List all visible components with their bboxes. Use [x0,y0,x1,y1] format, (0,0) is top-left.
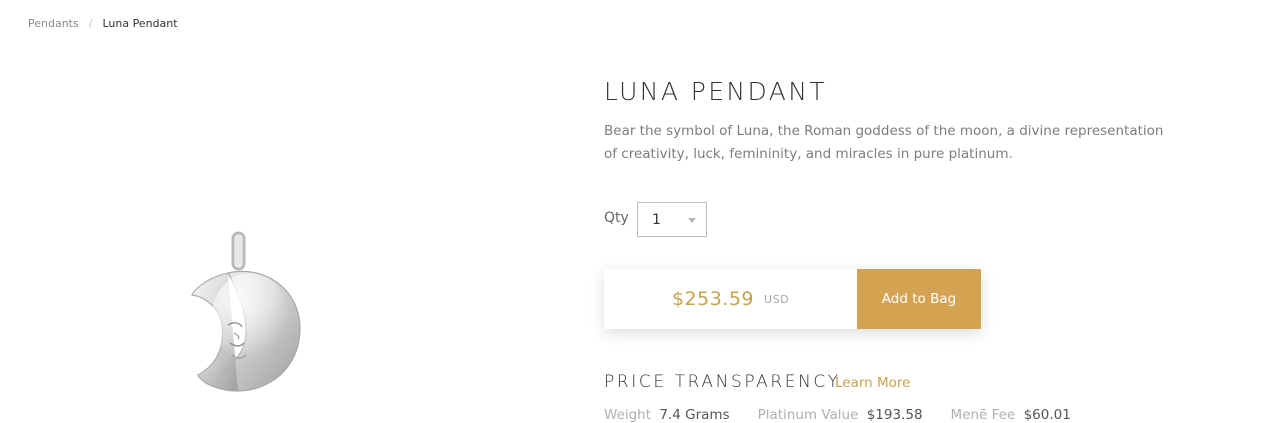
metric-label: Menē Fee [950,407,1016,423]
chevron-down-icon [688,218,696,223]
quantity-value: 1 [652,211,661,228]
add-to-bag-button[interactable]: Add to Bag [857,269,981,329]
breadcrumb: Pendants / Luna Pendant [28,17,178,30]
crescent-moon-pendant-icon [191,231,301,392]
breadcrumb-link-pendants[interactable]: Pendants [28,17,79,30]
price-transparency-heading: PRICE TRANSPARENCY [604,372,841,392]
product-image[interactable] [150,225,330,400]
metric-value: 7.4 Grams [659,407,730,423]
currency: USD [764,292,790,306]
metric-label: Weight [604,407,652,423]
learn-more-link[interactable]: Learn More [835,375,911,391]
metric-weight: Weight 7.4 Grams [604,407,730,423]
metric-platinum-value: Platinum Value $193.58 [758,407,923,423]
price-area: $253.59 USD [604,269,857,329]
metric-value: $193.58 [866,407,923,423]
breadcrumb-current: Luna Pendant [102,17,178,30]
price: $253.59 [671,288,755,310]
metric-mene-fee: Menē Fee $60.01 [951,407,1071,423]
metric-label: Platinum Value [757,407,859,423]
product-description: Bear the symbol of Luna, the Roman godde… [604,123,1164,162]
quantity-select[interactable]: 1 [637,202,707,237]
price-metrics: Weight 7.4 Grams Platinum Value $193.58 … [604,407,1099,423]
quantity-label: Qty [604,210,629,226]
product-title: LUNA PENDANT [604,77,827,106]
metric-value: $60.01 [1023,407,1071,423]
purchase-box: $253.59 USD Add to Bag [604,269,981,329]
breadcrumb-separator: / [88,17,93,30]
